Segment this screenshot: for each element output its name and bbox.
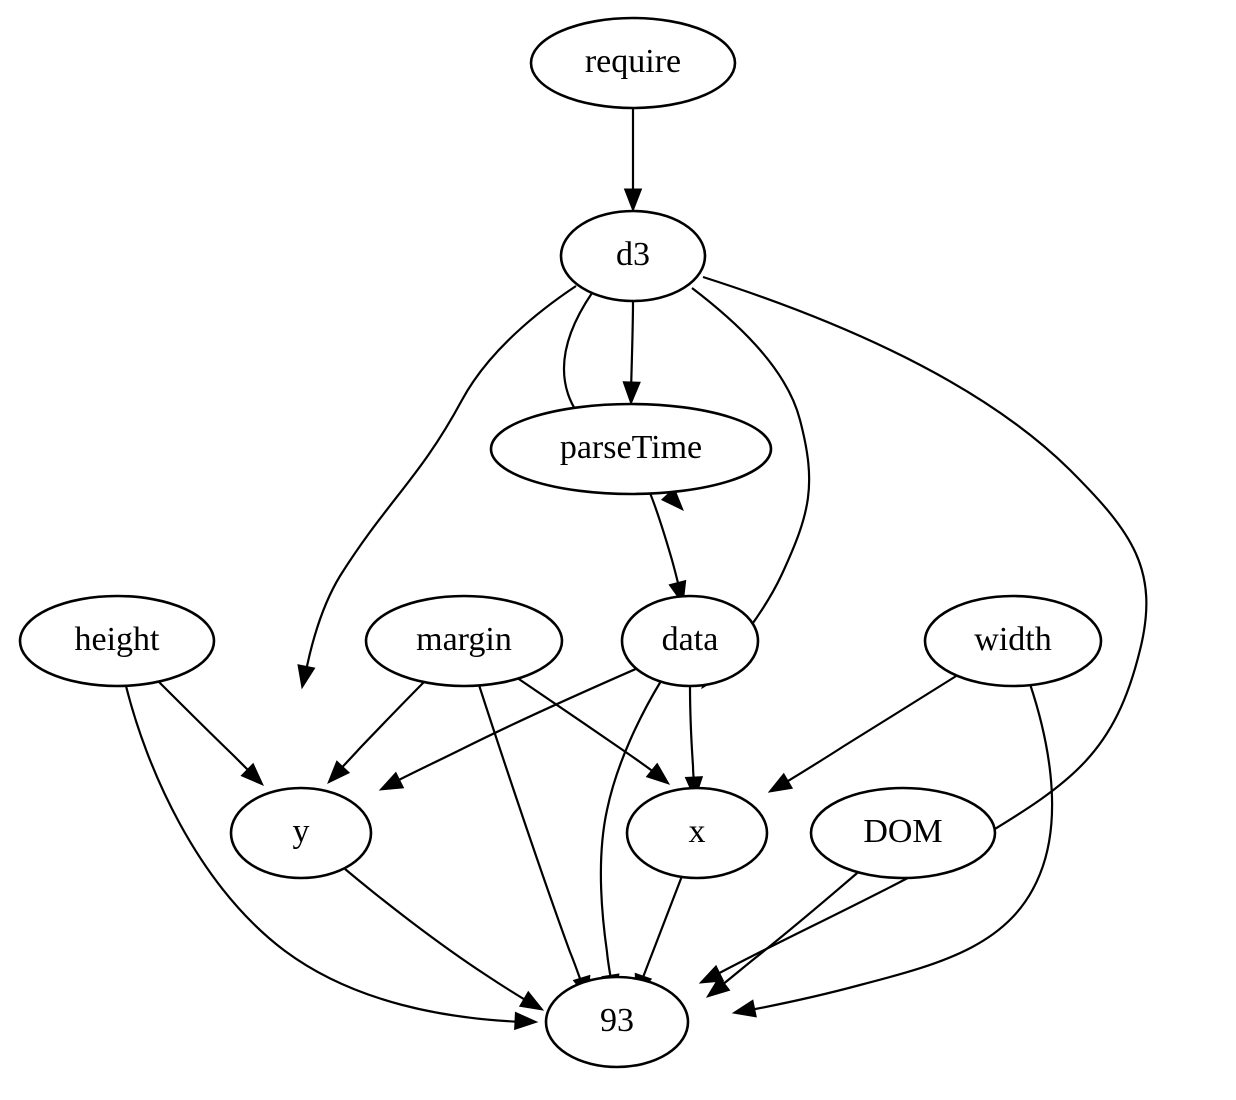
arrowhead-icon (623, 188, 643, 213)
graph-edge-margin-y (327, 677, 429, 785)
graph-node-x[interactable]: x (625, 786, 769, 880)
edge-line (156, 679, 255, 777)
edge-line (716, 867, 864, 990)
edge-line (779, 672, 962, 787)
node-ellipse[interactable] (559, 209, 707, 303)
graph-node-parseTime[interactable]: parseTime (489, 402, 773, 496)
graph-edge-width-x (767, 672, 962, 793)
node-ellipse[interactable] (18, 594, 216, 688)
arrowhead-icon (622, 381, 641, 406)
arrowhead-icon (645, 762, 671, 785)
graph-edge-data-x (684, 685, 704, 801)
graph-node-require[interactable]: require (529, 16, 737, 110)
node-ellipse[interactable] (364, 594, 564, 688)
node-ellipse[interactable] (620, 594, 760, 688)
node-ellipse[interactable] (625, 786, 769, 880)
graph-edge-require-d3 (623, 108, 643, 213)
arrowhead-icon (378, 771, 405, 791)
graph-canvas: require d3 parseTime height margin data width y… (0, 0, 1236, 1100)
edge-line (477, 684, 585, 988)
node-ellipse[interactable] (544, 975, 690, 1069)
arrowhead-icon (297, 664, 316, 690)
edge-line (390, 666, 639, 785)
graph-node-d3[interactable]: d3 (559, 209, 707, 303)
graph-node-width[interactable]: width (923, 594, 1103, 688)
graph-edge-parseTime-data (648, 492, 687, 606)
arrowhead-icon (518, 990, 545, 1011)
graph-node-DOM[interactable]: DOM (809, 786, 997, 880)
edge-line (648, 492, 682, 593)
node-ellipse[interactable] (809, 786, 997, 880)
node-ellipse[interactable] (489, 402, 773, 496)
arrowhead-icon (514, 1011, 539, 1031)
graph-node-data[interactable]: data (620, 594, 760, 688)
graph-edge-DOM-93 (705, 867, 864, 998)
nodes-layer: require d3 parseTime height margin data width y… (18, 16, 1103, 1069)
node-ellipse[interactable] (229, 786, 373, 880)
graph-edge-d3-parseTime (622, 300, 641, 406)
dependency-graph: require d3 parseTime height margin data width y… (18, 16, 1148, 1069)
edge-line (638, 875, 684, 986)
node-ellipse[interactable] (529, 16, 737, 110)
node-ellipse[interactable] (923, 594, 1103, 688)
edge-line (335, 677, 429, 775)
graph-node-93[interactable]: 93 (544, 975, 690, 1069)
graph-edge-height-y (156, 679, 264, 786)
edge-line (344, 868, 533, 1005)
graph-edge-y-93 (344, 868, 545, 1011)
arrowhead-icon (731, 999, 757, 1018)
arrowhead-icon (767, 772, 794, 793)
graph-node-y[interactable]: y (229, 786, 373, 880)
graph-node-margin[interactable]: margin (364, 594, 564, 688)
edge-line (629, 300, 635, 393)
edge-line (688, 685, 696, 788)
graph-node-height[interactable]: height (18, 594, 216, 688)
